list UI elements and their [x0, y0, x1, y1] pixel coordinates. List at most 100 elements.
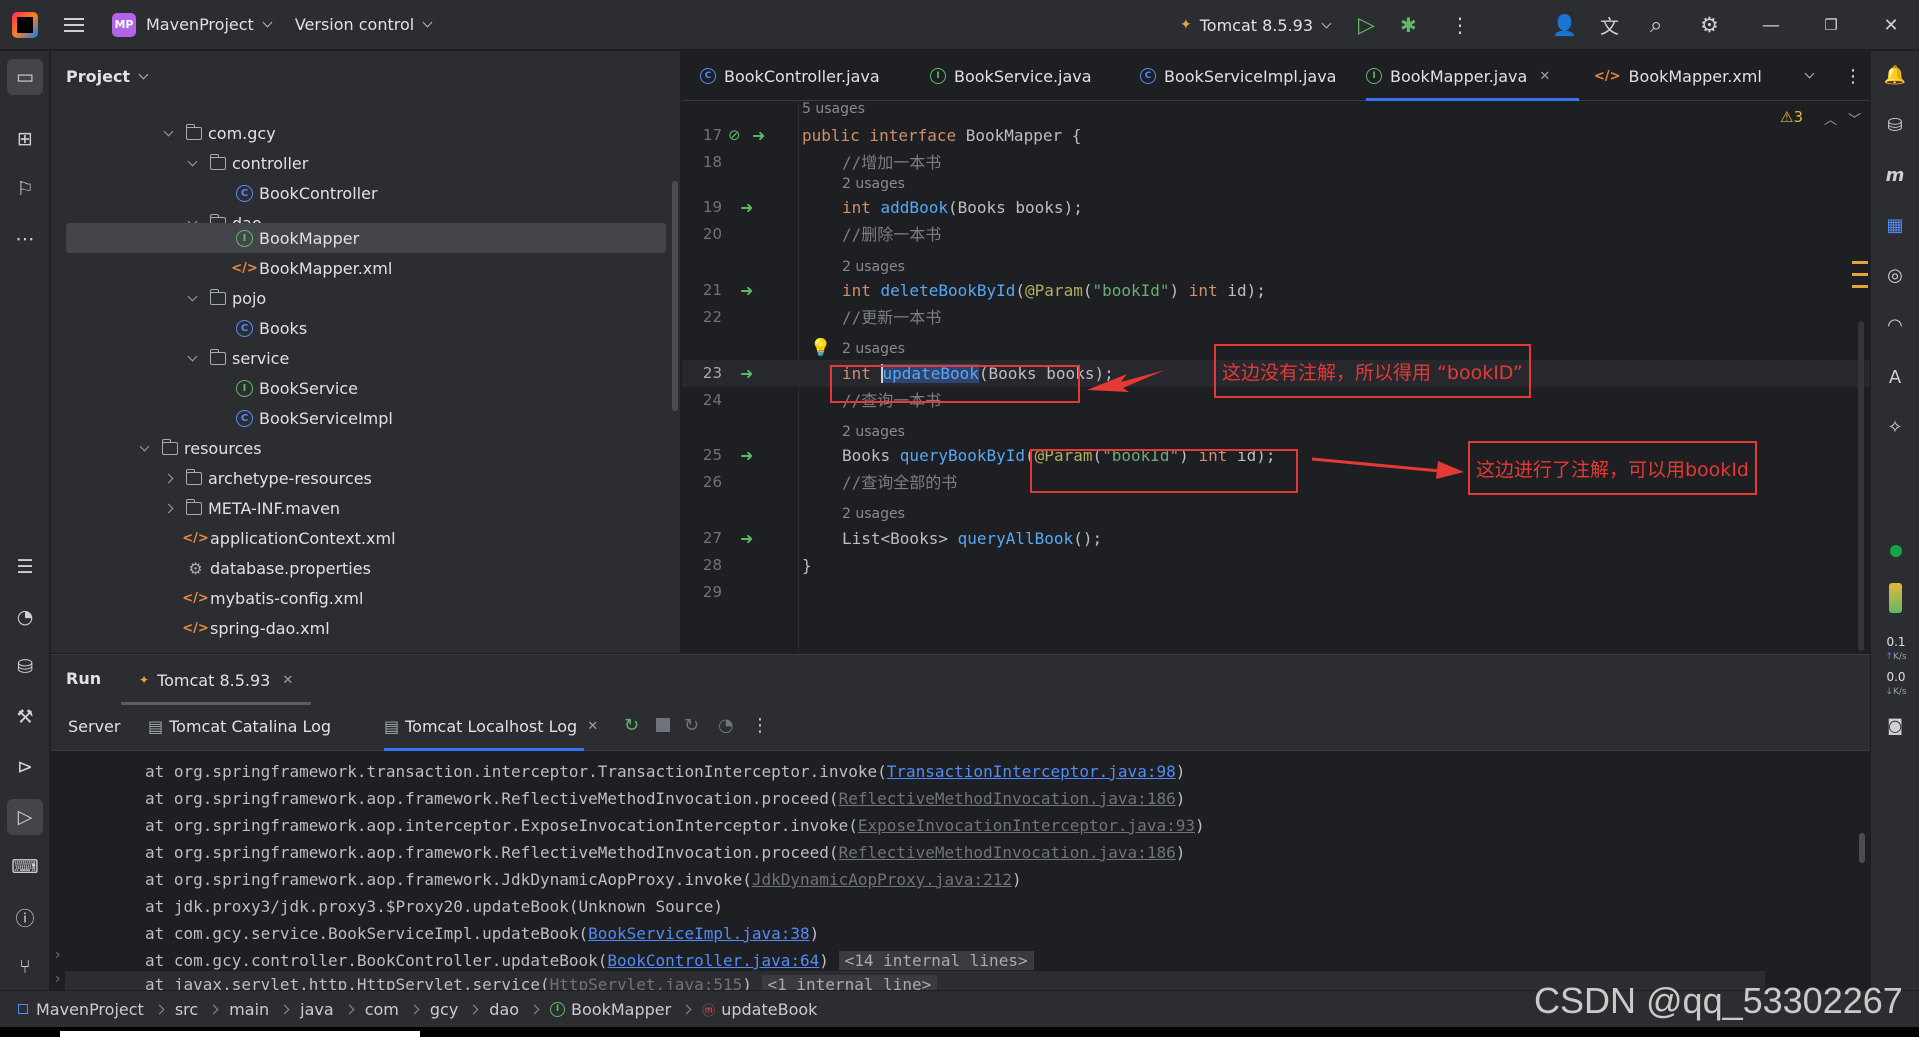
internal-lines-fold[interactable]: <14 internal lines>: [838, 951, 1034, 970]
breadcrumb-com[interactable]: com: [365, 1000, 399, 1019]
stack-trace-link[interactable]: HttpServlet.java:515: [550, 975, 743, 990]
rerun-icon[interactable]: ↻: [624, 715, 639, 736]
warning-marker[interactable]: [1852, 273, 1868, 276]
log-line[interactable]: at com.gcy.service.BookServiceImpl.updat…: [145, 920, 819, 947]
tab-server[interactable]: Server: [68, 717, 120, 736]
stack-trace-link[interactable]: BookController.java:64: [607, 951, 819, 970]
build-icon[interactable]: ⚒: [11, 703, 39, 731]
tab-bookmapper-xml[interactable]: </> BookMapper.xml: [1594, 51, 1762, 101]
expand-arrow-icon[interactable]: [139, 441, 150, 451]
tab-bookcontroller[interactable]: C BookController.java: [700, 51, 880, 101]
implementations-gutter-icon[interactable]: ➜: [752, 122, 765, 149]
implementations-gutter-icon[interactable]: ➜: [740, 525, 753, 552]
log-line[interactable]: at org.springframework.aop.interceptor.E…: [145, 812, 1205, 839]
tree-item-pojo[interactable]: pojo: [187, 283, 266, 313]
terminal-icon[interactable]: ⌨: [11, 853, 39, 881]
log-scrollbar[interactable]: [1859, 833, 1865, 863]
breadcrumb-dao[interactable]: dao: [489, 1000, 519, 1019]
more-options-icon[interactable]: ⋮: [751, 715, 769, 736]
camera-icon[interactable]: ◙: [1881, 711, 1909, 739]
stop-icon[interactable]: [656, 718, 670, 732]
tree-item-bookcontroller[interactable]: C BookController: [236, 178, 378, 208]
collapse-arrow-icon[interactable]: [163, 473, 174, 483]
breadcrumb-gcy[interactable]: gcy: [430, 1000, 458, 1019]
project-tool-icon[interactable]: ▭: [7, 59, 43, 95]
breadcrumb-mavenproject[interactable]: MavenProject: [36, 1000, 144, 1019]
restart-icon[interactable]: ↻: [684, 715, 699, 736]
usages-hint[interactable]: 2 usages: [842, 336, 905, 363]
implementations-gutter-icon[interactable]: ➜: [740, 277, 753, 304]
usages-hint[interactable]: 2 usages: [842, 501, 905, 528]
notifications-icon[interactable]: 🔔: [1881, 61, 1909, 89]
run-icon[interactable]: ▷: [1358, 0, 1375, 50]
tree-item-meta-inf[interactable]: META-INF.maven: [163, 493, 340, 523]
tab-more-icon[interactable]: ⋮: [1844, 51, 1862, 101]
project-switcher[interactable]: MavenProject: [146, 15, 273, 34]
debug-icon[interactable]: ✱: [1400, 0, 1417, 50]
settings-icon[interactable]: ⚙: [1700, 0, 1719, 50]
log-line[interactable]: at org.springframework.aop.framework.Ref…: [145, 785, 1185, 812]
ai-assistant-icon[interactable]: ✧: [1881, 413, 1909, 441]
warning-marker[interactable]: [1852, 285, 1868, 288]
warning-marker[interactable]: [1852, 261, 1868, 264]
maven-icon[interactable]: m: [1881, 161, 1909, 189]
code-text[interactable]: }: [802, 552, 812, 579]
run-tool-icon[interactable]: ▷: [7, 799, 43, 835]
gradle-icon[interactable]: ◠: [1881, 311, 1909, 339]
tab-catalina-log[interactable]: ▤ Tomcat Catalina Log: [148, 717, 331, 736]
expand-arrow-icon[interactable]: [187, 291, 198, 301]
log-line[interactable]: at org.springframework.aop.framework.Ref…: [145, 839, 1185, 866]
run-config-selector[interactable]: ✦ Tomcat 8.5.93: [1180, 0, 1332, 50]
close-button[interactable]: ✕: [1867, 0, 1915, 50]
expand-arrow-icon[interactable]: [187, 351, 198, 361]
tree-item-bookmapper[interactable]: I BookMapper: [66, 223, 666, 253]
internal-lines-fold[interactable]: <1 internal line>: [761, 975, 938, 990]
log-line[interactable]: at org.springframework.transaction.inter…: [145, 758, 1185, 785]
project-panel-header[interactable]: Project: [51, 51, 680, 101]
no-implementation-icon[interactable]: ⊘: [728, 122, 741, 149]
run-config-tab[interactable]: ✦ Tomcat 8.5.93 ✕: [121, 655, 309, 705]
structure-tool-icon[interactable]: ⊞: [11, 125, 39, 153]
tree-item-service[interactable]: service: [187, 343, 289, 373]
expand-arrow-icon[interactable]: [163, 126, 174, 136]
code-comment[interactable]: //更新一本书: [842, 304, 941, 331]
breadcrumb-java[interactable]: java: [300, 1000, 334, 1019]
breadcrumb-updatebook[interactable]: updateBook: [721, 1000, 817, 1019]
minimize-button[interactable]: —: [1747, 0, 1795, 50]
breadcrumb-src[interactable]: src: [175, 1000, 198, 1019]
code-text[interactable]: int deleteBookById(@Param("bookId") int …: [842, 277, 1266, 304]
tree-item-spring-dao[interactable]: </> spring-dao.xml: [182, 613, 329, 643]
tree-item-resources[interactable]: resources: [139, 433, 262, 463]
tree-item-applicationcontext[interactable]: </> applicationContext.xml: [182, 523, 395, 553]
search-icon[interactable]: ⌕: [1650, 0, 1662, 50]
code-text[interactable]: List<Books> queryAllBook();: [842, 525, 1102, 552]
log-line[interactable]: at com.gcy.controller.BookController.upd…: [145, 947, 1034, 974]
close-tab-icon[interactable]: ✕: [587, 719, 598, 734]
tree-item-bookmapper-xml[interactable]: </> BookMapper.xml: [231, 253, 392, 283]
code-text[interactable]: int addBook(Books books);: [842, 194, 1083, 221]
calculator-icon[interactable]: ▦: [1881, 211, 1909, 239]
log-line[interactable]: at jdk.proxy3/jdk.proxy3.$Proxy20.update…: [145, 893, 723, 920]
git-icon[interactable]: ⑂: [11, 953, 39, 981]
database-icon[interactable]: ⛁: [1881, 111, 1909, 139]
profiler-icon[interactable]: ◔: [11, 603, 39, 631]
editor-scrollbar[interactable]: [1858, 321, 1864, 651]
stack-trace-link[interactable]: TransactionInterceptor.java:98: [887, 762, 1176, 781]
fold-arrow-icon[interactable]: ›: [55, 971, 61, 987]
tree-item-archetype-resources[interactable]: archetype-resources: [163, 463, 372, 493]
more-actions-icon[interactable]: ⋮: [1450, 0, 1470, 50]
tab-localhost-log[interactable]: ▤ Tomcat Localhost Log ✕: [384, 717, 598, 736]
stack-trace-link[interactable]: ReflectiveMethodInvocation.java:186: [839, 789, 1176, 808]
database-tool-icon[interactable]: ⛁: [11, 653, 39, 681]
translate-icon[interactable]: 文: [1600, 0, 1619, 50]
log-line[interactable]: at org.springframework.aop.framework.Jdk…: [145, 866, 1022, 893]
lightbulb-icon[interactable]: 💡: [810, 338, 831, 358]
tree-item-mybatis-config[interactable]: </> mybatis-config.xml: [182, 583, 363, 613]
tree-item-database-properties[interactable]: ⚙ database.properties: [187, 553, 371, 583]
attach-debugger-icon[interactable]: ◔: [718, 715, 734, 736]
stack-trace-link[interactable]: ReflectiveMethodInvocation.java:186: [839, 843, 1176, 862]
implementations-gutter-icon[interactable]: ➜: [740, 360, 753, 387]
log-line[interactable]: at javax.servlet.http.HttpServlet.servic…: [65, 971, 1765, 990]
bookmarks-icon[interactable]: ⚐: [11, 175, 39, 203]
tree-item-books[interactable]: C Books: [236, 313, 307, 343]
